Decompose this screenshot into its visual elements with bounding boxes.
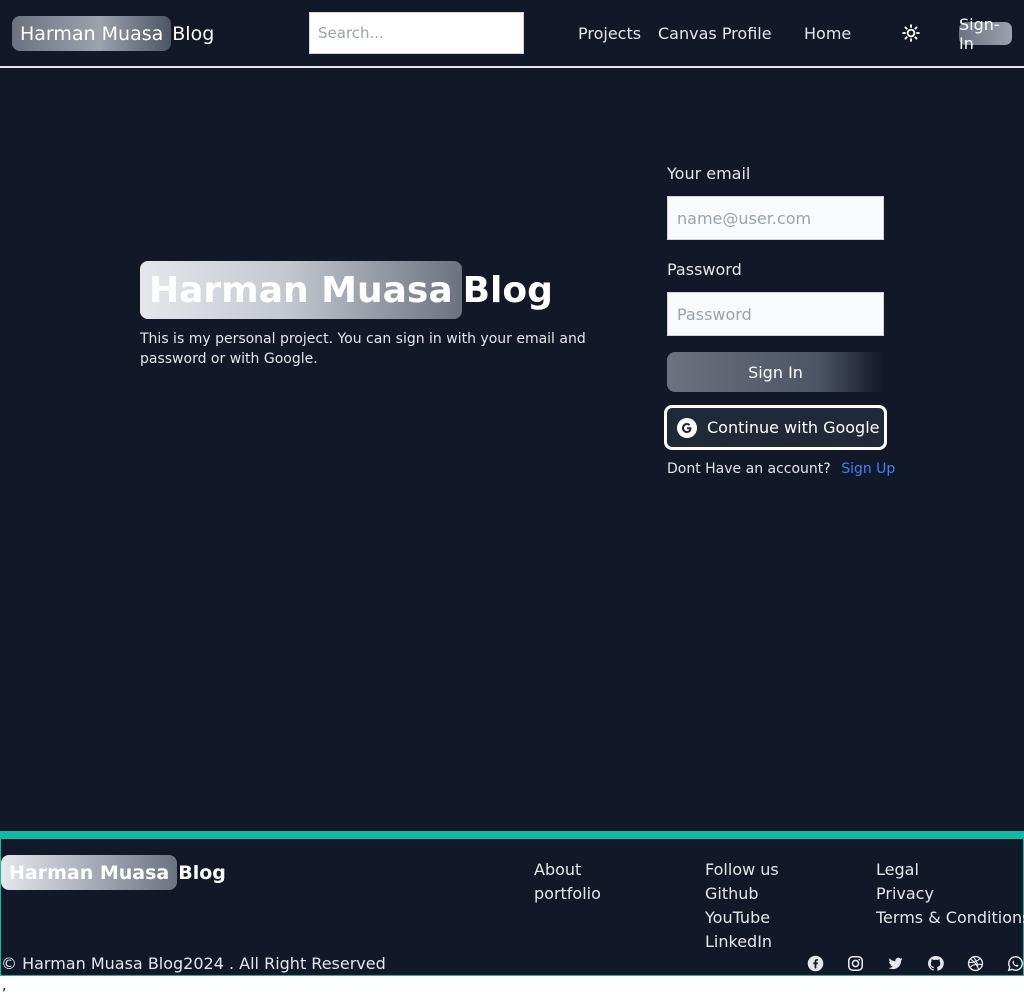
google-button-label: Continue with Google (707, 418, 880, 437)
navbar: Harman Muasa Blog Search... Projects Can… (0, 0, 1024, 68)
brand-rest: Blog (172, 22, 215, 45)
dribbble-icon[interactable] (966, 954, 984, 972)
github-icon[interactable] (926, 954, 944, 972)
footer-legal-column: Legal Privacy Terms & Conditions (876, 858, 1024, 930)
footer-about-title: About (534, 860, 582, 879)
password-label: Password (667, 260, 742, 279)
whatsapp-icon[interactable] (1006, 954, 1024, 972)
footer-brand-highlight: Harman Muasa (1, 855, 178, 890)
instagram-icon[interactable] (846, 954, 864, 972)
signup-row: Dont Have an account? Sign Up (667, 461, 895, 477)
copyright-text: © Harman Muasa Blog2024 . All Right Rese… (1, 954, 386, 973)
signin-page: Harman Muasa Blog This is my personal pr… (0, 68, 1024, 831)
brand-logo[interactable]: Harman Muasa Blog (12, 16, 214, 51)
password-field[interactable]: Password (667, 292, 884, 336)
stray-text: , (2, 978, 7, 994)
nav-link-home[interactable]: Home (804, 24, 851, 44)
footer-link-github[interactable]: Github (705, 882, 779, 906)
footer-link-youtube[interactable]: YouTube (705, 906, 779, 930)
hero-description: This is my personal project. You can sig… (140, 331, 586, 367)
footer-follow-title: Follow us (705, 860, 779, 879)
footer-link-terms[interactable]: Terms & Conditions (876, 906, 1024, 930)
nav-link-projects[interactable]: Projects (578, 24, 641, 44)
signup-link[interactable]: Sign Up (841, 461, 895, 477)
theme-toggle-button[interactable] (899, 21, 923, 45)
signin-button[interactable]: Sign In (667, 352, 884, 392)
hero-title: Harman Muasa Blog (140, 261, 553, 319)
google-icon (677, 417, 697, 438)
email-field[interactable]: name@user.com (667, 196, 884, 240)
footer-brand-logo[interactable]: Harman Muasa Blog (1, 855, 226, 890)
nav-signin-button[interactable]: Sign-In (959, 15, 1012, 53)
footer-link-portfolio[interactable]: portfolio (534, 882, 601, 906)
sun-icon (902, 24, 920, 42)
footer-follow-column: Follow us Github YouTube LinkedIn (705, 858, 779, 954)
google-signin-button[interactable]: Continue with Google (664, 405, 887, 450)
twitter-icon[interactable] (886, 954, 904, 972)
footer-link-linkedin[interactable]: LinkedIn (705, 930, 779, 954)
email-label: Your email (667, 164, 751, 183)
search-input[interactable]: Search... (309, 12, 524, 54)
footer-about-column: About portfolio (534, 858, 601, 906)
footer: Harman Muasa Blog About portfolio Follow… (0, 831, 1024, 976)
hero-title-rest: Blog (462, 269, 553, 311)
nav-link-canvas-profile[interactable]: Canvas Profile (658, 24, 772, 44)
footer-legal-title: Legal (876, 860, 919, 879)
hero-title-highlight: Harman Muasa (140, 261, 462, 319)
no-account-text: Dont Have an account? (667, 461, 831, 477)
footer-link-privacy[interactable]: Privacy (876, 882, 1024, 906)
footer-brand-rest: Blog (178, 861, 226, 884)
brand-highlight: Harman Muasa (12, 16, 172, 51)
facebook-icon[interactable] (806, 954, 824, 972)
